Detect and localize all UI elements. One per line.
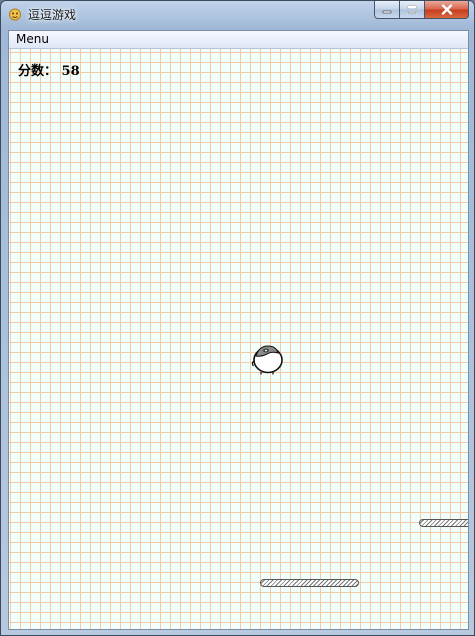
menu-bar: Menu (9, 31, 468, 49)
platform (260, 579, 359, 587)
close-button[interactable] (425, 1, 469, 19)
client-area: Menu 分数： 58 (8, 30, 469, 630)
maximize-button[interactable] (400, 1, 425, 19)
score-label: 分数： (18, 64, 58, 79)
minimize-icon (382, 10, 392, 13)
platform (419, 519, 468, 527)
score-value: 58 (61, 64, 80, 79)
close-icon (441, 4, 452, 15)
app-icon (9, 8, 21, 21)
title-bar[interactable]: 逗逗游戏 (1, 1, 474, 29)
maximize-icon (407, 5, 417, 14)
window-title: 逗逗游戏 (28, 8, 77, 22)
game-canvas[interactable]: 分数： 58 (9, 49, 468, 629)
score-display: 分数： 58 (18, 60, 80, 79)
game-window: 逗逗游戏 Menu 分数： 58 (0, 0, 475, 636)
round-bird-character (251, 345, 283, 375)
menu-item-menu[interactable]: Menu (14, 32, 51, 46)
caption-buttons (374, 1, 469, 20)
minimize-button[interactable] (374, 1, 400, 19)
